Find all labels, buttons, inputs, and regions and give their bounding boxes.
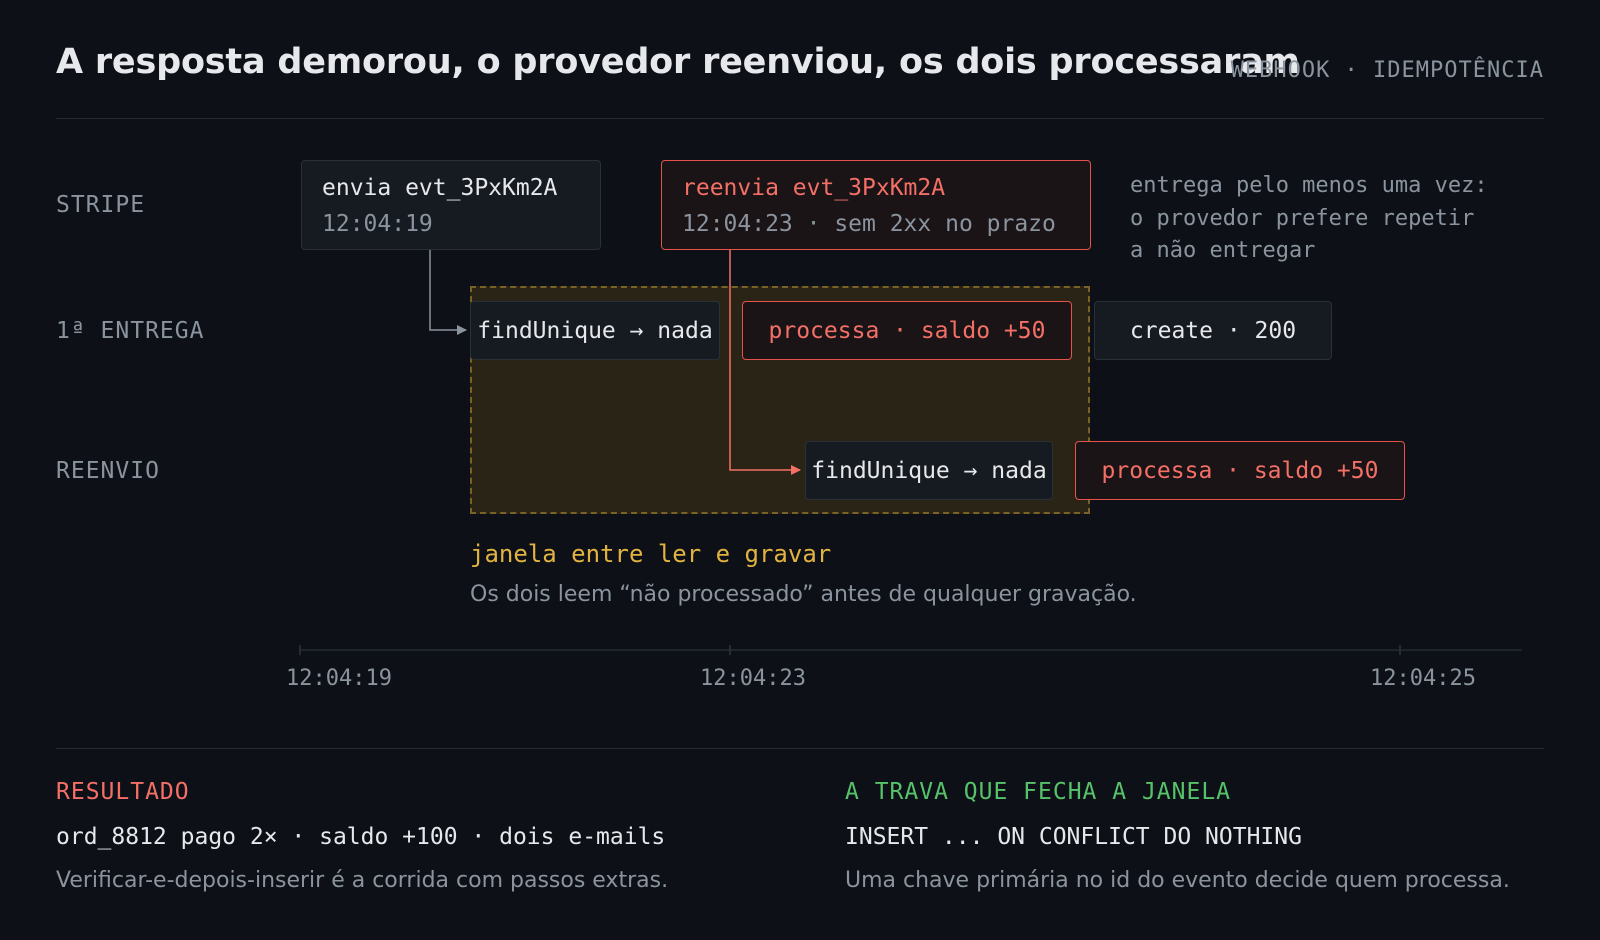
result-line: ord_8812 pago 2× · saldo +100 · dois e-m… bbox=[56, 824, 666, 850]
lock-line: INSERT ... ON CONFLICT DO NOTHING bbox=[845, 824, 1302, 850]
first-delivery-arrow bbox=[429, 250, 467, 335]
race-window-description: Os dois leem “não processado” antes de q… bbox=[470, 582, 1137, 607]
result-heading: RESULTADO bbox=[56, 779, 190, 805]
result-description: Verificar-e-depois-inserir é a corrida c… bbox=[56, 868, 669, 893]
axis-tick-label: 12:04:25 bbox=[1370, 666, 1476, 691]
lock-heading: A TRAVA QUE FECHA A JANELA bbox=[845, 779, 1232, 805]
lock-description: Uma chave primária no id do evento decid… bbox=[845, 868, 1510, 893]
axis-tick-label: 12:04:19 bbox=[286, 666, 392, 691]
retry-delivery-arrow bbox=[729, 250, 801, 475]
diagram-connectors bbox=[299, 250, 1522, 655]
race-window-label: janela entre ler e gravar bbox=[470, 540, 832, 568]
axis-tick-label: 12:04:23 bbox=[700, 666, 806, 691]
footer-divider bbox=[56, 748, 1544, 749]
